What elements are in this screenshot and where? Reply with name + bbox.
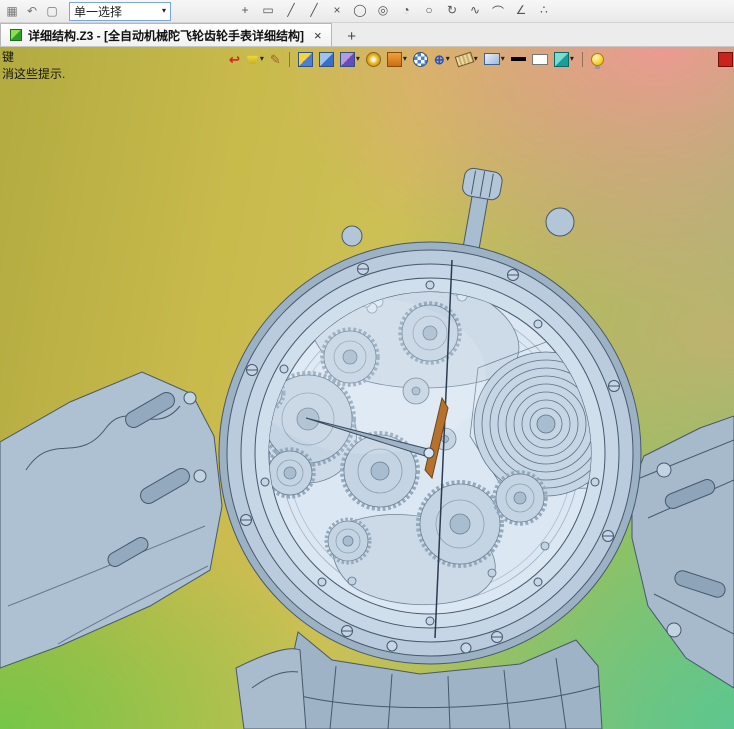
line-tool-icon[interactable]: ╱ <box>283 3 299 20</box>
red-indicator-button[interactable] <box>718 52 733 67</box>
exit-icon: ↩ <box>229 51 240 67</box>
section-view-button[interactable]: ▾ <box>553 50 575 68</box>
circle-tool-icon[interactable]: ◯ <box>352 3 368 20</box>
line2-tool-icon[interactable]: ╱ <box>306 3 322 20</box>
section-cube-icon <box>553 51 569 67</box>
cad-application-window: ▦ ↶ ▢ 单一选择 ▾ + ▭ ╱ ╱ × ◯ ◎ ◔ ○ ↻ ∿ ⌒ ∠ ∴… <box>0 0 734 729</box>
ruler-icon <box>454 51 475 67</box>
document-tabbar: 详细结构.Z3 - [全自动机械陀飞轮齿轮手表详细结构] × + <box>0 23 734 47</box>
material-wheel-icon <box>365 51 381 67</box>
spline-tool-icon[interactable]: ∿ <box>467 3 483 20</box>
hint-line-1: 键 <box>2 50 15 64</box>
hands-cap <box>423 447 435 459</box>
visual-style-button[interactable]: ▾ <box>386 50 408 68</box>
new-tab-button[interactable]: + <box>340 26 364 46</box>
box-select-icon[interactable]: ▢ <box>43 2 61 20</box>
target-icon: ⊕ <box>433 51 445 67</box>
rotate-arc-tool-icon[interactable]: ↻ <box>444 3 460 20</box>
display-icon <box>483 53 500 65</box>
selection-mode-value: 单一选择 <box>74 4 123 19</box>
hint-line-2: 消这些提示. <box>2 67 66 81</box>
plus-tool-icon[interactable]: + <box>237 3 253 20</box>
viewport-3d[interactable]: 键 消这些提示. ↩ ▾ ✎ ▾ ▾ ⊕ ▾ ▾ ▾ ▾ <box>0 46 734 729</box>
circle-center-tool-icon[interactable]: ◎ <box>375 3 391 20</box>
circle-small-tool-icon[interactable]: ○ <box>421 3 437 20</box>
toolbar-divider <box>288 51 290 67</box>
document-tab[interactable]: 详细结构.Z3 - [全自动机械陀飞轮齿轮手表详细结构] × <box>0 23 332 46</box>
checkered-sphere-icon <box>412 51 428 67</box>
brush-button[interactable]: ✎ <box>269 50 282 68</box>
measure-button[interactable]: ▾ <box>454 50 479 68</box>
paint-bucket-button[interactable]: ▾ <box>245 50 265 68</box>
material-button[interactable] <box>365 50 382 68</box>
sketch-tools-group: + ▭ ╱ ╱ × ◯ ◎ ◔ ○ ↻ ∿ ⌒ ∠ ∴ <box>237 3 552 20</box>
chevron-down-icon: ▾ <box>569 54 574 63</box>
view-display-toolbar: ↩ ▾ ✎ ▾ ▾ ⊕ ▾ ▾ ▾ ▾ <box>228 50 605 69</box>
quick-access-toolbar: ▦ ↶ ▢ 单一选择 ▾ + ▭ ╱ ╱ × ◯ ◎ ◔ ○ ↻ ∿ ⌒ ∠ ∴ <box>0 0 734 23</box>
chevron-down-icon: ▾ <box>355 54 360 63</box>
toolbar-divider <box>581 51 583 67</box>
chevron-down-icon: ▾ <box>445 54 450 63</box>
part-document-icon <box>10 29 22 41</box>
color-swatch-icon <box>531 53 548 65</box>
watch-band-left[interactable] <box>0 371 223 669</box>
line-width-button[interactable] <box>510 50 527 68</box>
document-tab-title: 详细结构.Z3 - [全自动机械陀飞轮齿轮手表详细结构] <box>28 28 304 43</box>
brush-icon: ✎ <box>269 51 281 67</box>
color-swatch-button[interactable] <box>531 50 549 68</box>
visual-style-icon <box>386 51 402 67</box>
arc2-tool-icon[interactable]: ⌒ <box>490 3 506 20</box>
undo-icon[interactable]: ↶ <box>23 2 41 20</box>
light-button[interactable] <box>590 50 605 69</box>
watch-band-right[interactable] <box>631 415 734 689</box>
tab-close-icon[interactable]: × <box>314 28 322 43</box>
chevron-down-icon: ▾ <box>500 54 505 63</box>
render-cube-icon <box>339 51 355 67</box>
paint-bucket-icon <box>246 55 258 65</box>
selection-mode-dropdown[interactable]: 单一选择 ▾ <box>69 1 171 21</box>
chevron-down-icon: ▾ <box>259 54 264 63</box>
display-mode-button[interactable]: ▾ <box>483 50 506 68</box>
line-width-icon <box>510 57 526 61</box>
watch-3d-model[interactable] <box>0 46 734 729</box>
arc-tool-icon[interactable]: ◔ <box>398 3 414 20</box>
grid-select-icon[interactable]: ▦ <box>3 2 21 20</box>
exit-button[interactable]: ↩ <box>228 50 241 68</box>
shaded-cube-icon <box>297 51 313 67</box>
chevron-down-icon: ▾ <box>402 54 407 63</box>
angle-tool-icon[interactable]: ∠ <box>513 3 529 20</box>
wireframe-mode-button[interactable] <box>318 50 335 68</box>
render-mode-button[interactable]: ▾ <box>339 50 361 68</box>
lightbulb-icon <box>590 52 604 69</box>
chevron-down-icon: ▾ <box>161 6 166 15</box>
point-tool-icon[interactable]: × <box>329 3 345 20</box>
rect-tool-icon[interactable]: ▭ <box>260 3 276 20</box>
wireframe-cube-icon <box>318 51 334 67</box>
shaded-mode-button[interactable] <box>297 50 314 68</box>
points-tool-icon[interactable]: ∴ <box>536 3 552 20</box>
texture-button[interactable] <box>412 50 429 68</box>
datum-button[interactable]: ⊕ ▾ <box>433 50 451 68</box>
viewport-hint-text: 键 消这些提示. <box>2 49 65 83</box>
